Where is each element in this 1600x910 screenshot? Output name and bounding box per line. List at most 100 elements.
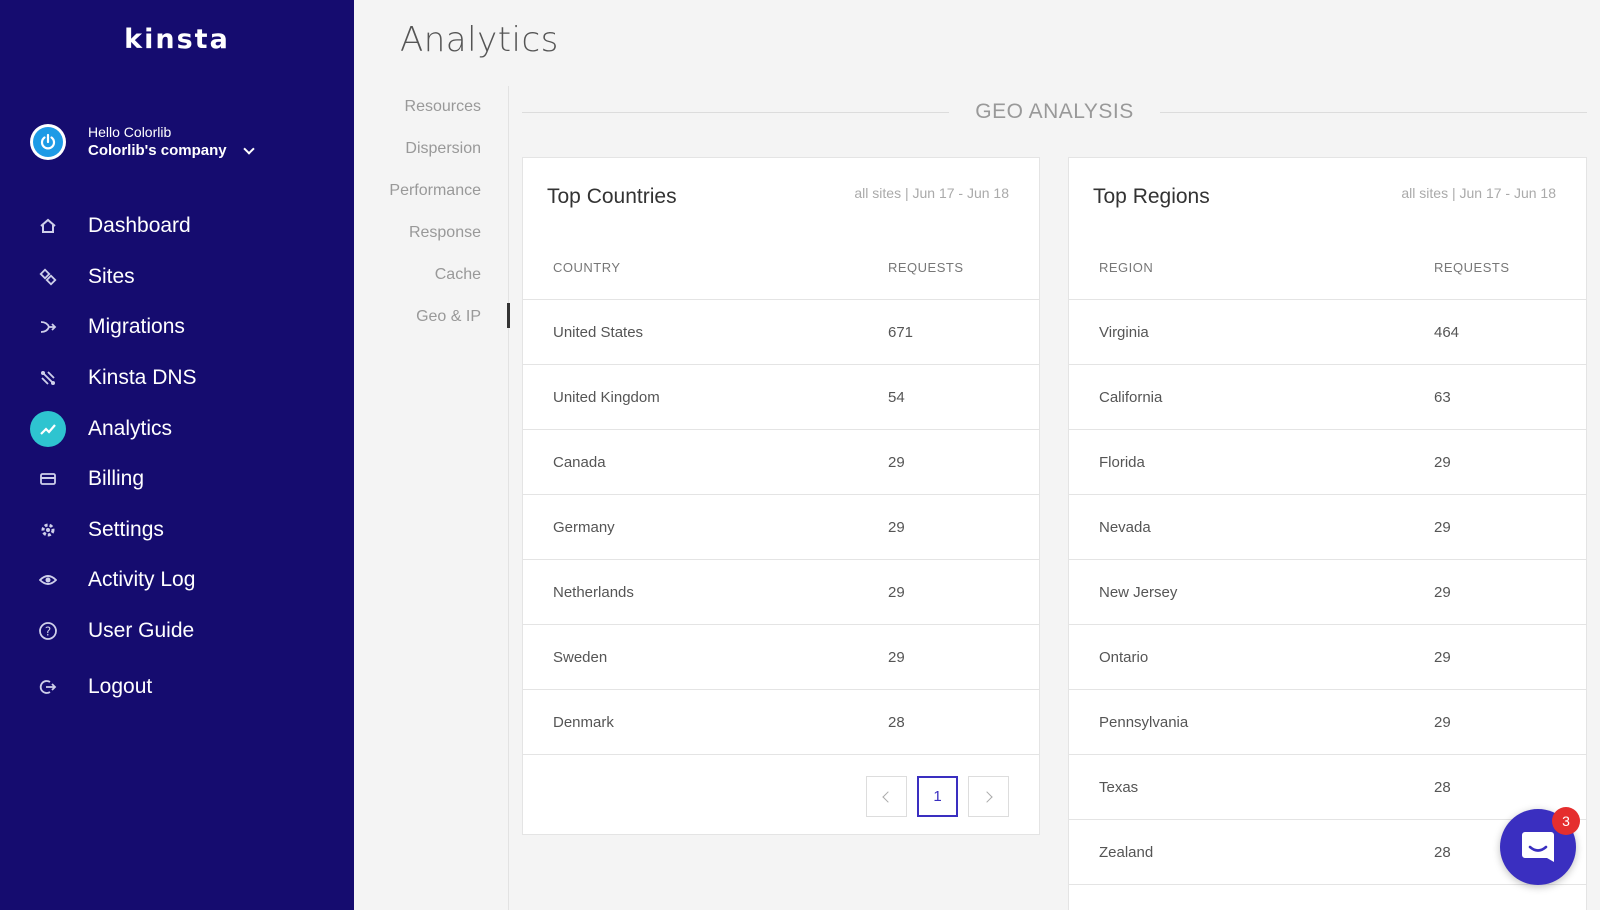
table-row: Sweden 29: [523, 625, 1039, 690]
divider: [1159, 111, 1588, 113]
nav-label: Billing: [88, 467, 145, 491]
migrations-icon: [30, 309, 66, 345]
table-header: COUNTRY REQUESTS: [523, 236, 1039, 300]
nav-label: User Guide: [88, 619, 195, 643]
table-row: California 63: [1069, 365, 1586, 430]
country-name: Canada: [553, 453, 606, 471]
request-count: 54: [888, 388, 905, 406]
page-title: Analytics: [400, 20, 559, 60]
subnav-item-cache[interactable]: Cache: [354, 254, 509, 296]
request-count: 671: [888, 323, 914, 341]
prev-page-button[interactable]: [866, 776, 907, 817]
date-range: all sites | Jun 17 - Jun 18: [854, 185, 1009, 201]
section-title: GEO ANALYSIS: [975, 100, 1134, 123]
analytics-subnav: Resources Dispersion Performance Respons…: [354, 86, 509, 338]
table-row: United States 671: [523, 300, 1039, 365]
subnav-item-dispersion[interactable]: Dispersion: [354, 128, 509, 170]
analytics-icon: [30, 410, 66, 447]
request-count: 29: [1434, 583, 1451, 601]
chat-icon: [1522, 832, 1554, 862]
subnav-active-indicator: [507, 303, 510, 328]
table-row: New Jersey 29: [1069, 560, 1586, 625]
nav-item-dashboard[interactable]: Dashboard: [0, 201, 354, 252]
company-label: Colorlib's company: [88, 141, 227, 159]
nav-label: Analytics: [88, 416, 173, 440]
sidebar: Kinsta Hello Colorlib Colorlib's company…: [0, 0, 354, 910]
region-name: Nevada: [1099, 518, 1151, 536]
nav-label: Sites: [88, 264, 135, 288]
power-icon: [40, 134, 56, 150]
nav-label: Dashboard: [88, 214, 191, 238]
country-name: United States: [553, 323, 644, 341]
table-row: Denmark 28: [523, 690, 1039, 755]
nav-item-analytics[interactable]: Analytics: [0, 403, 354, 454]
table-row: Ontario 29: [1069, 625, 1586, 690]
region-name: Zealand: [1099, 843, 1154, 861]
svg-text:?: ?: [45, 625, 51, 639]
company-name[interactable]: Colorlib's company: [88, 141, 255, 161]
help-icon: ?: [30, 613, 66, 649]
billing-icon: [30, 461, 66, 497]
request-count: 29: [1434, 648, 1451, 666]
next-page-button[interactable]: [968, 776, 1009, 817]
region-name: California: [1099, 388, 1163, 406]
column-header-country: COUNTRY: [553, 260, 621, 275]
table-row: Texas 28: [1069, 755, 1586, 820]
home-icon: [30, 208, 66, 244]
nav-label: Migrations: [88, 315, 185, 339]
nav-item-settings[interactable]: Settings: [0, 505, 354, 556]
nav-item-logout[interactable]: Logout: [0, 661, 354, 712]
top-regions-card: Top Regions all sites | Jun 17 - Jun 18 …: [1068, 157, 1587, 910]
column-header-requests: REQUESTS: [1434, 260, 1510, 275]
nav-label: Activity Log: [88, 568, 196, 592]
sites-icon: [30, 259, 66, 295]
chevron-left-icon: [882, 790, 894, 803]
subnav-item-response[interactable]: Response: [354, 212, 509, 254]
table-row: Netherlands 29: [523, 560, 1039, 625]
column-header-requests: REQUESTS: [888, 260, 964, 275]
notification-badge: 3: [1552, 807, 1580, 835]
nav-item-sites[interactable]: Sites: [0, 252, 354, 303]
divider: [522, 111, 950, 113]
country-name: Netherlands: [553, 583, 634, 601]
nav-item-activity-log[interactable]: Activity Log: [0, 555, 354, 606]
table-header: REGION REQUESTS: [1069, 236, 1586, 300]
page-button-current[interactable]: 1: [917, 776, 958, 817]
table-row: Pennsylvania 29: [1069, 690, 1586, 755]
subnav-divider: [508, 86, 509, 910]
dns-icon: [30, 360, 66, 396]
nav-item-billing[interactable]: Billing: [0, 454, 354, 505]
nav-label: Logout: [88, 674, 153, 698]
region-name: Texas: [1099, 778, 1139, 796]
card-title: Top Regions: [1093, 185, 1210, 208]
country-name: Sweden: [553, 648, 608, 666]
request-count: 29: [1434, 713, 1451, 731]
request-count: 63: [1434, 388, 1451, 406]
kinsta-logo[interactable]: Kinsta: [0, 24, 354, 55]
subnav-item-geo-ip[interactable]: Geo & IP: [354, 296, 509, 338]
table-row: Virginia 464: [1069, 300, 1586, 365]
main-nav: Dashboard Sites Migrations Kinsta DNS An…: [0, 201, 354, 712]
subnav-item-performance[interactable]: Performance: [354, 170, 509, 212]
request-count: 29: [888, 518, 905, 536]
user-menu[interactable]: Hello Colorlib Colorlib's company: [30, 124, 255, 161]
nav-item-user-guide[interactable]: ? User Guide: [0, 606, 354, 657]
region-name: Virginia: [1099, 323, 1149, 341]
table-row: Germany 29: [523, 495, 1039, 560]
nav-label: Kinsta DNS: [88, 366, 197, 390]
country-name: United Kingdom: [553, 388, 660, 406]
table-row: United Kingdom 54: [523, 365, 1039, 430]
chevron-right-icon: [981, 790, 993, 803]
request-count: 29: [888, 648, 905, 666]
nav-item-kinsta-dns[interactable]: Kinsta DNS: [0, 353, 354, 404]
avatar: [30, 124, 66, 161]
column-header-region: REGION: [1099, 260, 1154, 275]
request-count: 29: [1434, 518, 1451, 536]
region-name: Florida: [1099, 453, 1145, 471]
pagination: 1: [523, 755, 1039, 817]
logout-icon: [30, 669, 66, 705]
subnav-item-resources[interactable]: Resources: [354, 86, 509, 128]
country-name: Germany: [553, 518, 615, 536]
card-title: Top Countries: [547, 185, 677, 208]
nav-item-migrations[interactable]: Migrations: [0, 302, 354, 353]
